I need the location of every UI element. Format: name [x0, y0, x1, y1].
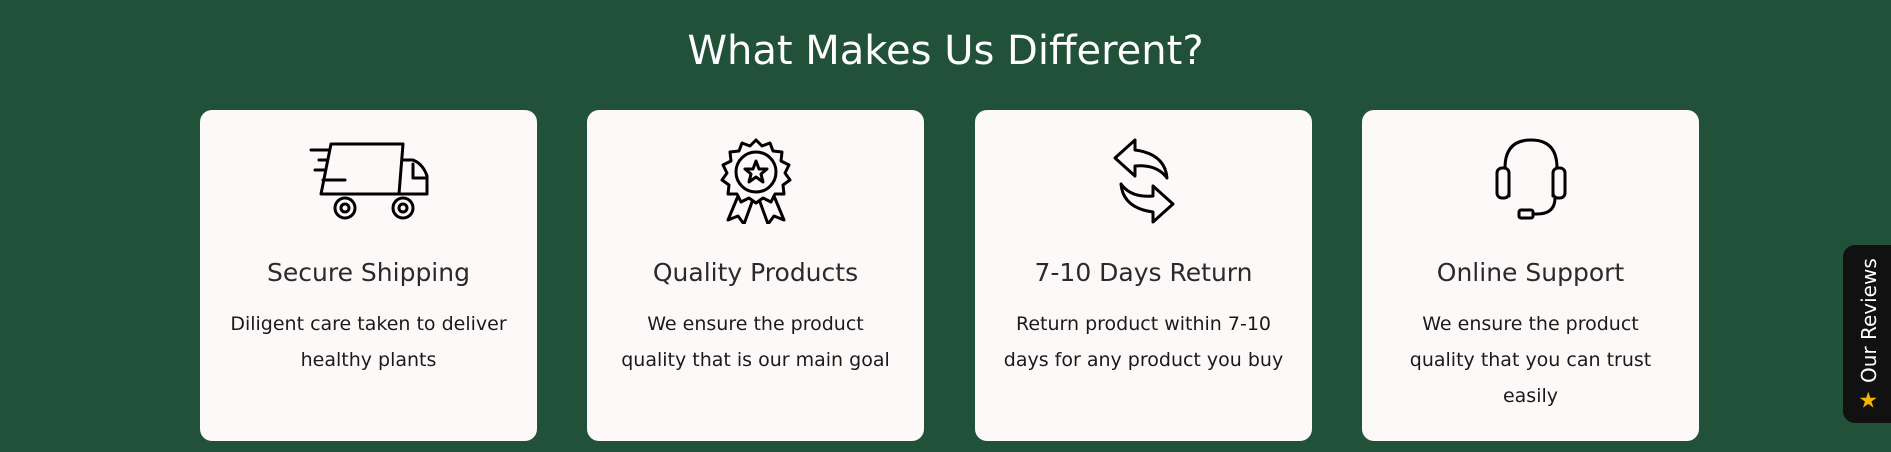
- return-arrows-icon: [975, 138, 1312, 224]
- card-description: We ensure the product quality that you c…: [1409, 313, 1652, 407]
- card-title: Quality Products: [652, 258, 859, 287]
- card-title: Online Support: [1436, 258, 1625, 287]
- card-description: We ensure the product quality that is ou…: [621, 313, 890, 371]
- feature-card-support: Online Support We ensure the product qua…: [1362, 110, 1699, 441]
- headset-icon: [1362, 138, 1699, 224]
- feature-card-shipping: Secure Shipping Diligent care taken to d…: [200, 110, 537, 441]
- features-grid: Secure Shipping Diligent care taken to d…: [200, 110, 1700, 441]
- feature-card-quality: Quality Products We ensure the product q…: [587, 110, 924, 441]
- section-title: What Makes Us Different?: [687, 28, 1204, 74]
- card-description: Return product within 7-10 days for any …: [1003, 313, 1284, 371]
- our-reviews-tab[interactable]: ★ Our Reviews: [1843, 245, 1891, 423]
- card-title: Secure Shipping: [267, 258, 470, 287]
- card-description: Diligent care taken to deliver healthy p…: [230, 313, 507, 371]
- delivery-truck-icon: [200, 138, 537, 224]
- our-reviews-tab-content: ★ Our Reviews: [1856, 257, 1881, 413]
- our-reviews-label: Our Reviews: [1856, 257, 1881, 383]
- card-title: 7-10 Days Return: [1034, 258, 1253, 287]
- star-icon: ★: [1858, 387, 1878, 413]
- award-badge-icon: [587, 138, 924, 224]
- feature-card-return: 7-10 Days Return Return product within 7…: [975, 110, 1312, 441]
